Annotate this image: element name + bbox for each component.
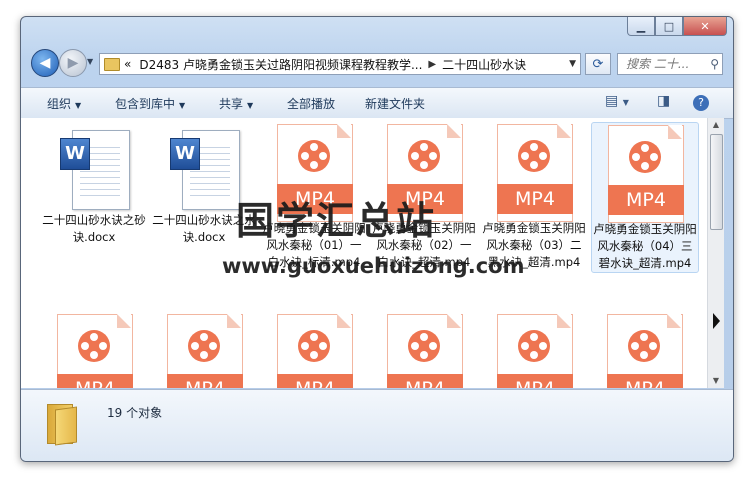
address-bar[interactable]: « D2483 卢晓勇金锁玉关过路阴阳视频课程教程教学... ▶ 二十四山砂水诀… bbox=[99, 53, 581, 75]
watermark-text: 国学汇总站 bbox=[236, 199, 437, 243]
file-item[interactable]: MP4 bbox=[371, 312, 477, 388]
view-options-icon[interactable]: ▤ ▼ bbox=[605, 93, 629, 109]
mouse-cursor-icon bbox=[713, 313, 720, 329]
details-pane: 19 个对象 bbox=[21, 389, 733, 461]
address-dropdown-icon[interactable]: ▼ bbox=[569, 59, 576, 69]
mp4-video-icon: MP4 bbox=[381, 314, 467, 388]
mp4-video-icon: MP4 bbox=[602, 125, 688, 223]
window-controls: ▁ □ ✕ bbox=[627, 17, 727, 36]
forward-button[interactable]: ▶ bbox=[59, 49, 87, 77]
scroll-up-icon[interactable]: ▲ bbox=[708, 118, 724, 132]
word-document-icon: W bbox=[168, 128, 240, 212]
title-bar: ▁ □ ✕ bbox=[21, 17, 733, 45]
minimize-button[interactable]: ▁ bbox=[627, 17, 655, 36]
scroll-down-icon[interactable]: ▼ bbox=[708, 374, 724, 388]
recent-pages-dropdown[interactable]: ▼ bbox=[87, 57, 93, 66]
file-name: 卢晓勇金锁玉关阴阳风水秦秘（04）三碧水诀_超清.mp4 bbox=[593, 222, 697, 270]
mp4-video-icon: MP4 bbox=[51, 314, 137, 388]
mp4-video-icon: MP4 bbox=[161, 314, 247, 388]
file-item[interactable]: MP4 bbox=[591, 312, 697, 388]
new-folder-button[interactable]: 新建文件夹 bbox=[365, 95, 425, 112]
file-list-pane: W 二十四山砂水诀之砂诀.docx W 二十四山砂水诀之水诀.docx MP4 … bbox=[21, 118, 707, 388]
organize-menu[interactable]: 组织 ▼ bbox=[47, 95, 81, 112]
file-item[interactable]: MP4 bbox=[481, 312, 587, 388]
mp4-video-icon: MP4 bbox=[491, 124, 577, 222]
share-label: 共享 bbox=[219, 97, 244, 111]
search-input[interactable] bbox=[624, 56, 704, 72]
file-item[interactable]: MP4 卢晓勇金锁玉关阴阳风水秦秘（03）二黑水诀_超清.mp4 bbox=[481, 122, 587, 271]
watermark-url: www.guoxuehuizong.com bbox=[222, 254, 525, 278]
share-menu[interactable]: 共享 ▼ bbox=[219, 95, 253, 112]
file-item[interactable]: MP4 bbox=[151, 312, 257, 388]
mp4-video-icon: MP4 bbox=[601, 314, 687, 388]
back-button[interactable]: ◀ bbox=[31, 49, 59, 77]
folder-icon bbox=[104, 57, 120, 71]
file-name: 二十四山砂水诀之砂诀.docx bbox=[42, 213, 146, 244]
refresh-button[interactable]: ⟳ bbox=[585, 53, 611, 75]
command-bar: 组织 ▼ 包含到库中 ▼ 共享 ▼ 全部播放 新建文件夹 ▤ ▼ ◨ ? bbox=[21, 87, 733, 119]
item-count: 19 个对象 bbox=[107, 406, 163, 420]
organize-label: 组织 bbox=[47, 97, 72, 111]
file-item[interactable]: MP4 bbox=[41, 312, 147, 388]
file-item[interactable]: W 二十四山砂水诀之砂诀.docx bbox=[41, 124, 147, 246]
folder-icon bbox=[47, 404, 77, 446]
preview-pane-icon[interactable]: ◨ bbox=[657, 93, 670, 109]
file-item-selected[interactable]: MP4 卢晓勇金锁玉关阴阳风水秦秘（04）三碧水诀_超清.mp4 bbox=[591, 122, 699, 273]
mp4-video-icon: MP4 bbox=[271, 314, 357, 388]
search-icon[interactable]: ⚲ bbox=[710, 57, 719, 71]
mp4-video-icon: MP4 bbox=[491, 314, 577, 388]
close-button[interactable]: ✕ bbox=[683, 17, 727, 36]
include-in-library-label: 包含到库中 bbox=[115, 97, 176, 111]
help-icon[interactable]: ? bbox=[693, 95, 709, 111]
scrollbar-thumb[interactable] bbox=[710, 134, 723, 230]
breadcrumb-separator-icon[interactable]: ▶ bbox=[428, 59, 436, 70]
search-box[interactable]: ⚲ bbox=[617, 53, 723, 75]
maximize-button[interactable]: □ bbox=[655, 17, 683, 36]
address-overflow[interactable]: « bbox=[124, 57, 131, 71]
play-all-button[interactable]: 全部播放 bbox=[287, 95, 335, 112]
file-item[interactable]: MP4 bbox=[261, 312, 367, 388]
include-in-library-menu[interactable]: 包含到库中 ▼ bbox=[115, 95, 185, 112]
breadcrumb-item-course[interactable]: D2483 卢晓勇金锁玉关过路阴阳视频课程教程教学... bbox=[139, 56, 422, 73]
breadcrumb-item-current[interactable]: 二十四山砂水诀 bbox=[442, 56, 526, 73]
navigation-bar: ◀ ▶ ▼ « D2483 卢晓勇金锁玉关过路阴阳视频课程教程教学... ▶ 二… bbox=[21, 47, 733, 79]
vertical-scrollbar[interactable]: ▲ ▼ bbox=[707, 118, 724, 388]
word-document-icon: W bbox=[58, 128, 130, 212]
